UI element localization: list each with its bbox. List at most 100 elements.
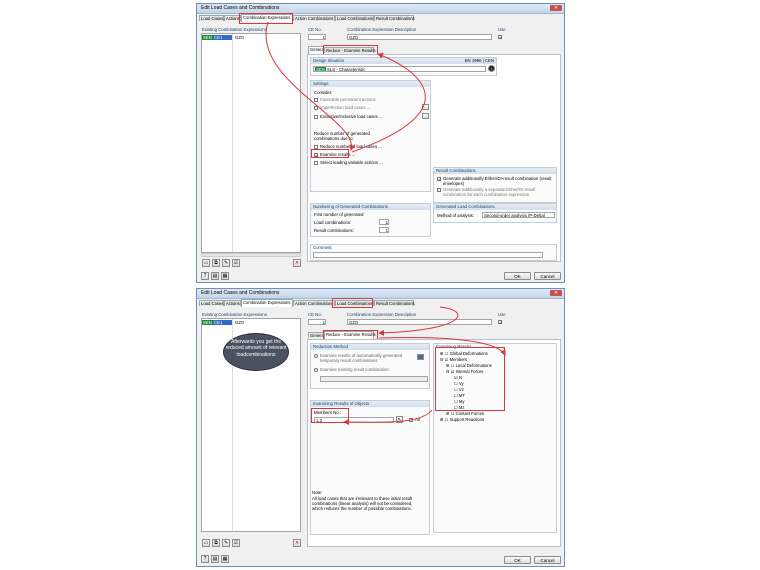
save-icon[interactable]: ▦ [221,272,229,280]
design-situation-value: SLS - Characteristic [327,67,366,72]
save-icon[interactable]: ▦ [221,555,229,563]
tab-action-combinations[interactable]: Action Combinations [293,300,335,306]
favorable-checkbox[interactable] [314,98,318,102]
edit-icon[interactable] [422,113,429,119]
leading-variable-checkbox[interactable] [314,161,318,165]
reduction-header: Reduction Method [311,344,429,350]
dialog-window-2: Edit Load Cases and Combinations ✕ Load … [196,288,565,567]
tag: SEN [202,35,213,40]
tag: SEN [202,320,213,325]
copy-icon[interactable]: ⧉ [212,259,220,267]
result-comb-label: Result combinations: [314,228,354,233]
all-label: All [415,417,420,422]
first-number-label: First number of generated [314,212,364,217]
separate-checkbox[interactable] [437,188,441,192]
highlight-examine [311,149,349,158]
result-comb-field[interactable]: 1 [379,227,389,233]
tools-icon[interactable]: ✎ [222,259,230,267]
print-icon[interactable]: ▤ [211,555,219,563]
settings-header: Settings [311,81,430,87]
expression-list[interactable]: SEN CE1 GZG [201,33,301,253]
highlight-members [311,408,349,423]
ce-no-field[interactable]: 1 [308,319,326,325]
new-icon[interactable]: ▭ [202,259,210,267]
new-icon[interactable]: ▭ [202,539,210,547]
settings-icon[interactable]: ☑ [232,539,240,547]
existing-expr-label: Existing Combination Expressions [202,27,267,32]
comment-label: Comment [313,245,332,250]
list-scrollbar[interactable] [201,253,301,257]
note-text: All load cases that are irrelevant to th… [312,496,413,511]
item-id: CE1 [214,320,223,325]
cancel-button[interactable]: Cancel [534,272,561,280]
ok-button[interactable]: OK [504,272,531,280]
tab-actions[interactable]: Actions [224,300,241,306]
settings-group: Settings Consider: Favorable permanent a… [310,80,431,192]
norm-label: EN 1990 | CEN [464,58,494,63]
help-icon[interactable]: ? [201,272,209,280]
tab-combination-expressions[interactable]: Combination Expressions [241,299,293,307]
tab-result-combinations[interactable]: Result Combinations [374,300,415,306]
tab-load-cases[interactable]: Load Cases [199,300,224,306]
use-checkbox[interactable]: ✓ [498,35,502,40]
info-icon[interactable]: i [488,65,495,72]
use-checkbox[interactable]: ✓ [498,320,502,325]
print-icon[interactable]: ▤ [211,272,219,280]
favorable-label: Favorable permanent actions [320,97,376,102]
callout-bubble: Afterwards you get the reduced amount of… [223,333,289,371]
existing-radio[interactable] [314,368,318,372]
tree-contact[interactable]: ⊞ ☐ Contact Forces [446,411,484,416]
load-comb-field[interactable]: 1 [379,219,389,225]
result-combinations-header: Result Combinations [434,168,556,174]
close-icon[interactable]: ✕ [550,5,562,11]
desc-label: Combination Expression Description [347,312,417,317]
subtab-general[interactable]: General [308,332,325,338]
method-select[interactable]: Second-order analysis (P-Delta) [482,212,555,218]
close-icon[interactable]: ✕ [550,290,562,296]
cancel-button[interactable]: Cancel [534,556,561,564]
numbering-group: Numbering of Generated Combinations Firs… [310,203,431,237]
desc-field[interactable]: GZG [347,34,492,40]
ok-button[interactable]: OK [504,556,531,564]
envelope-label: Generate additionally Either/Or-result c… [443,176,552,186]
tree-label: Contact Forces [455,411,484,416]
numbering-header: Numbering of Generated Combinations [311,204,430,210]
design-situation-group: Design Situation EN 1990 | CEN SEN SLS -… [310,57,497,76]
window-title: Edit Load Cases and Combinations [201,290,280,296]
tree-support[interactable]: ⊞ ☐ Support Reactions [440,417,484,422]
tab-action-combinations[interactable]: Action Combinations [293,15,335,21]
reduction-method-group: Reduction Method Examine results of auto… [310,343,430,389]
exclusive-checkbox[interactable] [314,115,318,119]
ce-no-field[interactable]: 1 [308,34,326,40]
copy-icon[interactable]: ⧉ [212,539,220,547]
desc-field[interactable]: GZG [347,319,492,325]
subtab-general[interactable]: General [308,46,325,54]
tools-icon[interactable]: ✎ [222,539,230,547]
select-icon[interactable]: ↖ [396,416,403,423]
reduce-label: Reduce number of generated combinations … [314,131,370,141]
existing-select[interactable] [320,376,428,382]
window-title: Edit Load Cases and Combinations [201,5,280,11]
tab-load-cases[interactable]: Load Cases [199,15,224,21]
method-label: Method of analysis: [437,213,475,218]
auto-radio[interactable] [314,354,318,358]
generated-header: Generated Load Combinations [434,204,556,210]
edit-icon[interactable] [422,104,429,110]
delete-icon[interactable]: ✕ [293,259,301,267]
list-item-ce1[interactable]: SEN CE1 [202,320,232,325]
all-checkbox[interactable] [409,418,413,422]
ce-no-label: CE No. [308,312,322,317]
envelope-checkbox[interactable]: ✓ [437,177,441,182]
details-icon[interactable] [417,354,424,360]
design-situation-select[interactable]: SEN SLS - Characteristic [313,66,486,72]
tab-result-combinations[interactable]: Result Combinations [374,15,415,21]
list-item-ce1[interactable]: SEN CE1 [202,35,232,40]
result-combinations-group: Result Combinations ✓ Generate additiona… [433,167,557,203]
comment-field[interactable] [313,252,543,258]
help-icon[interactable]: ? [201,555,209,563]
settings-icon[interactable]: ☑ [232,259,240,267]
imperfection-checkbox[interactable] [314,106,318,110]
tab-load-combinations[interactable]: Load Combinations [335,15,374,21]
highlight-load-comb-tab [332,298,373,308]
delete-icon[interactable]: ✕ [293,539,301,547]
